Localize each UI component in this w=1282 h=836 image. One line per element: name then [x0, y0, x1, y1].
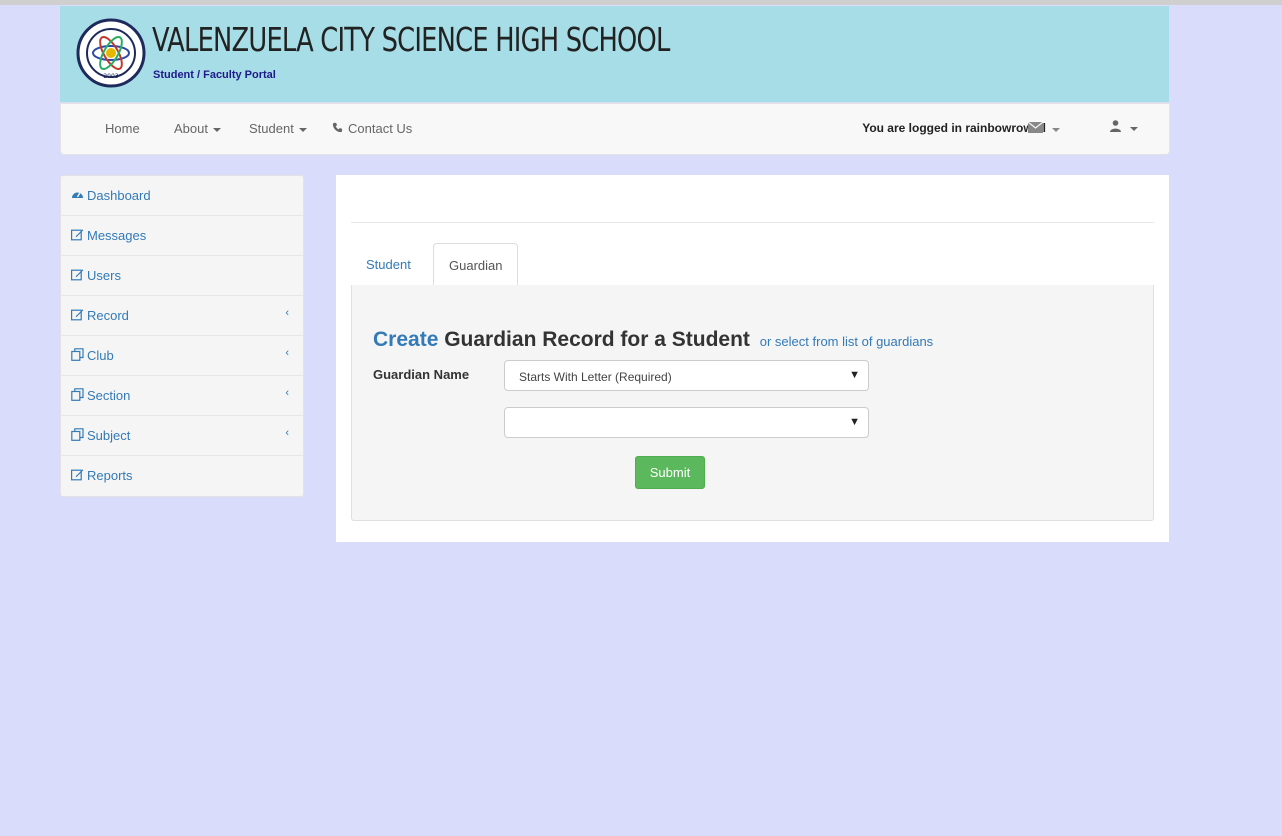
- svg-text:2003: 2003: [103, 73, 118, 80]
- caret-down-icon: [1129, 126, 1138, 131]
- window-top-border: [0, 0, 1282, 5]
- nav-about-label: About: [174, 121, 208, 136]
- sidebar-menu: Dashboard Messages Users Record ‹ Club ‹…: [60, 175, 304, 497]
- school-name: VALENZUELA CITY SCIENCE HIGH SCHOOL: [152, 20, 670, 59]
- letter-select-value: Starts With Letter (Required): [519, 370, 672, 384]
- tab-guardian[interactable]: Guardian: [433, 243, 519, 286]
- sidebar-item-label: Users: [87, 268, 121, 283]
- select-from-guardians-link[interactable]: or select from list of guardians: [760, 334, 933, 349]
- form-heading: Create Guardian Record for a Student or …: [373, 328, 933, 352]
- nav-home-link[interactable]: Home: [105, 121, 140, 136]
- nav-home-label: Home: [105, 121, 140, 136]
- sidebar-item-section[interactable]: Section ‹: [61, 376, 303, 416]
- caret-down-icon: [212, 127, 221, 132]
- user-dropdown[interactable]: [1110, 120, 1138, 135]
- sidebar-item-label: Reports: [87, 468, 133, 483]
- copy-icon: [71, 388, 84, 401]
- envelope-icon: [1027, 121, 1047, 136]
- nav-contact-link[interactable]: Contact Us: [332, 121, 412, 136]
- caret-down-icon: [1051, 127, 1060, 132]
- copy-icon: [71, 428, 84, 441]
- nav-student-dropdown[interactable]: Student: [249, 121, 307, 136]
- sidebar-item-subject[interactable]: Subject ‹: [61, 416, 303, 456]
- record-tabs: Student Guardian: [351, 243, 1154, 286]
- guardian-name-label: Guardian Name: [373, 367, 470, 382]
- sidebar-item-label: Subject: [87, 428, 131, 443]
- dashboard-icon: [71, 188, 84, 201]
- school-seal-logo: 2003: [76, 18, 146, 88]
- edit-icon: [71, 308, 84, 321]
- messages-dropdown[interactable]: [1027, 121, 1060, 136]
- divider: [351, 222, 1154, 223]
- chevron-left-icon: ‹: [285, 387, 289, 399]
- sidebar-item-dashboard[interactable]: Dashboard: [61, 176, 303, 216]
- chevron-left-icon: ‹: [285, 427, 289, 439]
- sidebar-item-record[interactable]: Record ‹: [61, 296, 303, 336]
- top-navbar: Home About Student Contact Us You are lo…: [60, 103, 1170, 155]
- nav-contact-label: Contact Us: [348, 121, 413, 136]
- phone-icon: [332, 121, 343, 136]
- main-content: Student Guardian Create Guardian Record …: [336, 175, 1169, 542]
- dropdown-arrow-icon: ▼: [849, 416, 860, 428]
- portal-subtitle: Student / Faculty Portal: [153, 69, 276, 81]
- tab-student[interactable]: Student: [351, 243, 426, 284]
- sidebar-item-messages[interactable]: Messages: [61, 216, 303, 256]
- edit-icon: [71, 228, 84, 241]
- heading-title: Guardian Record for a Student: [444, 328, 750, 351]
- sidebar-item-label: Record: [87, 308, 129, 323]
- sidebar-item-users[interactable]: Users: [61, 256, 303, 296]
- guardian-form-panel: Create Guardian Record for a Student or …: [351, 285, 1154, 521]
- user-icon: [1110, 120, 1125, 135]
- sidebar-item-label: Messages: [87, 228, 147, 243]
- edit-icon: [71, 268, 84, 281]
- logged-in-status: You are logged in rainbowrowell: [862, 121, 1046, 135]
- letter-select[interactable]: Starts With Letter (Required) ▼: [504, 360, 869, 391]
- caret-down-icon: [298, 127, 307, 132]
- copy-icon: [71, 348, 84, 361]
- dropdown-arrow-icon: ▼: [849, 369, 860, 381]
- sidebar-item-club[interactable]: Club ‹: [61, 336, 303, 376]
- sidebar-item-label: Club: [87, 348, 114, 363]
- guardian-name-select[interactable]: ▼: [504, 407, 869, 438]
- nav-about-dropdown[interactable]: About: [174, 121, 221, 136]
- edit-icon: [71, 468, 84, 481]
- heading-create: Create: [373, 328, 439, 351]
- chevron-left-icon: ‹: [285, 307, 289, 319]
- chevron-left-icon: ‹: [285, 347, 289, 359]
- sidebar-item-label: Dashboard: [87, 188, 151, 203]
- sidebar-item-reports[interactable]: Reports: [61, 456, 303, 496]
- nav-student-label: Student: [249, 121, 294, 136]
- submit-button[interactable]: Submit: [635, 456, 705, 489]
- school-banner: 2003 VALENZUELA CITY SCIENCE HIGH SCHOOL…: [60, 6, 1169, 102]
- sidebar-item-label: Section: [87, 388, 131, 403]
